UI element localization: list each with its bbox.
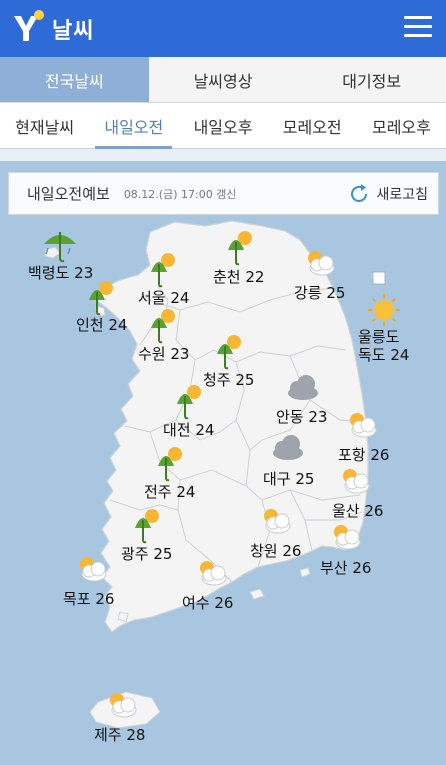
cloudy-icon [283,372,321,406]
forecast-title: 내일오전예보 [27,185,110,203]
rain-sun-icon [214,334,242,374]
update-time: 08.12.(금) 17:00 갱신 [123,187,237,201]
partly-cloudy-icon [194,558,230,592]
tab-tomorrow-pm[interactable]: 내일오후 [178,103,267,148]
city-label[interactable]: 여수 26 [182,592,233,613]
city-label[interactable]: 포항 26 [338,444,389,465]
city-name: 울릉도 [358,328,400,346]
tab-air-quality[interactable]: 대기정보 [297,57,446,102]
rain-sun-icon [148,308,176,348]
secondary-tabs: 현재날씨 내일오전 내일오후 모레오전 모레오후 [0,103,446,149]
refresh-icon [351,183,368,202]
city-label[interactable]: 인천 24 [76,314,127,335]
y-logo-icon[interactable] [12,10,46,44]
cloudy-icon [268,432,306,466]
partly-cloudy-icon [258,506,294,540]
city-label[interactable]: 창원 26 [250,540,301,561]
city-label[interactable]: 백령도 23 [28,262,93,283]
primary-tabs: 전국날씨 날씨영상 대기정보 [0,57,446,103]
tab-current-weather[interactable]: 현재날씨 [0,103,89,148]
tab-day-after-pm[interactable]: 모레오후 [357,103,446,148]
rain-sun-icon [132,508,160,548]
rain-sun-icon [225,230,253,270]
partly-cloudy-icon [104,690,140,724]
city-label[interactable]: 제주 28 [94,724,145,745]
city-label[interactable]: 목포 26 [63,588,114,609]
partly-cloudy-icon [344,410,380,444]
partly-cloudy-icon [328,522,364,556]
sunny-icon [366,292,402,332]
city-label[interactable]: 울산 26 [332,500,383,521]
partly-cloudy-icon [337,466,373,500]
city-label[interactable]: 춘천 22 [213,266,264,287]
hamburger-menu-icon[interactable] [404,16,432,40]
city-label[interactable]: 서울 24 [138,287,189,308]
city-label[interactable]: 전주 24 [144,481,195,502]
city-label[interactable]: 안동 23 [276,406,327,427]
refresh-button[interactable]: 새로고침 [348,183,428,205]
city-label[interactable]: 강릉 25 [294,282,345,303]
forecast-info-bar: 내일오전예보 08.12.(금) 17:00 갱신 새로고침 [8,172,439,215]
city-label[interactable]: 수원 23 [138,343,189,364]
city-label[interactable]: 부산 26 [320,557,371,578]
rain-sun-icon [174,384,202,424]
city-label[interactable]: 울릉도 독도 24 [358,328,409,364]
city-label[interactable]: 광주 25 [121,543,172,564]
app-title: 날씨 [52,19,95,44]
tab-national-weather[interactable]: 전국날씨 [0,57,149,102]
partly-cloudy-icon [74,554,110,588]
app-bar: 날씨 [0,0,446,57]
tab-tomorrow-am[interactable]: 내일오전 [89,103,178,149]
rain-sun-icon [155,446,183,486]
city-name-temp: 독도 24 [358,346,410,364]
partly-cloudy-icon [302,248,338,282]
city-label[interactable]: 청주 25 [203,369,254,390]
rain-sun-icon [148,252,176,292]
tab-weather-video[interactable]: 날씨영상 [149,57,298,102]
tab-day-after-am[interactable]: 모레오전 [268,103,357,148]
city-label[interactable]: 대전 24 [163,419,214,440]
refresh-label: 새로고침 [376,186,428,203]
city-label[interactable]: 대구 25 [263,468,314,489]
separator [0,149,446,161]
